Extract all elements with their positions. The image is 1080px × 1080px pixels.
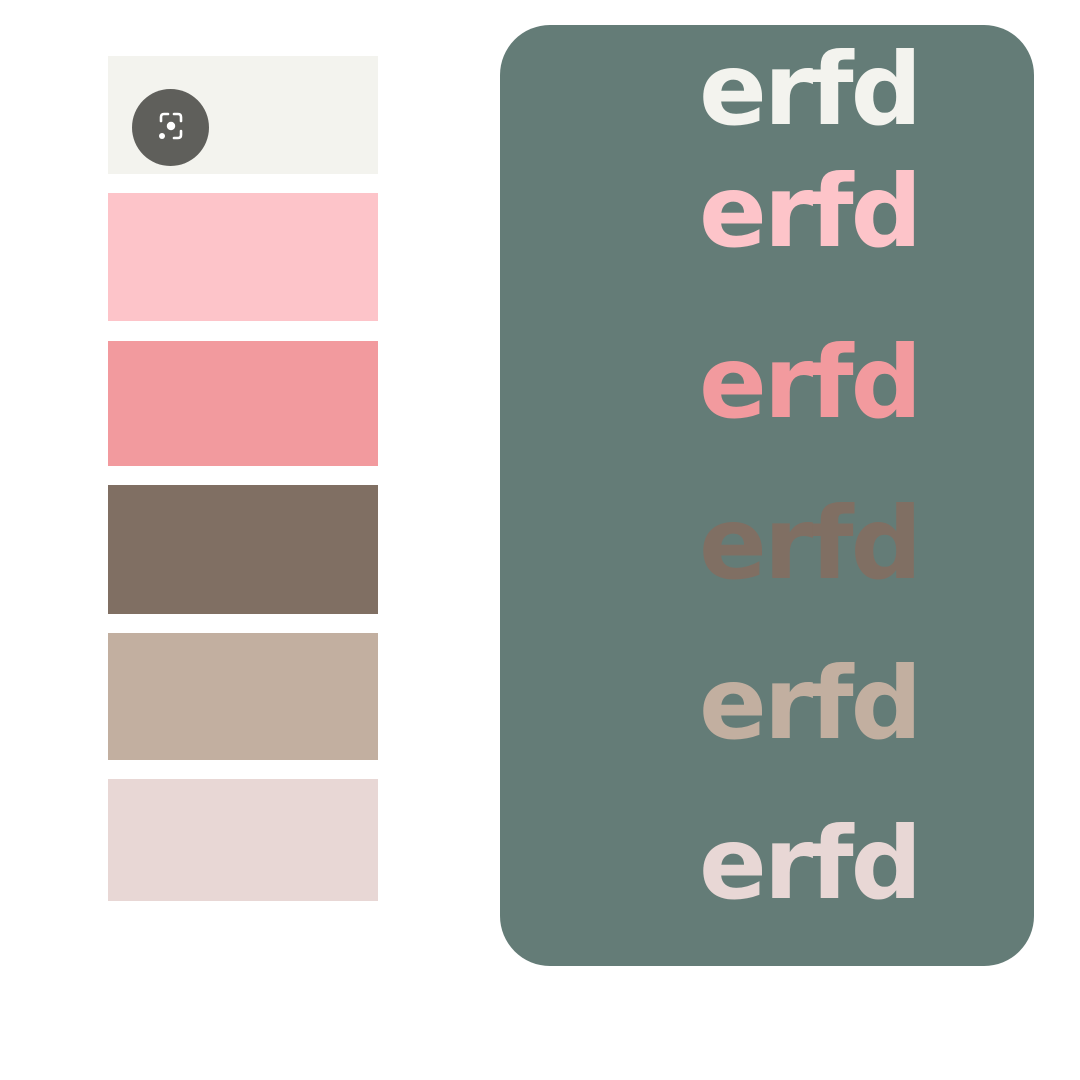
swatch-6 — [108, 779, 378, 901]
swatch-4 — [108, 485, 378, 614]
swatch-5 — [108, 633, 378, 760]
sample-text-5: erfd — [699, 645, 922, 762]
visual-search-button[interactable] — [132, 89, 209, 166]
visual-search-icon — [151, 106, 191, 150]
swatch-2 — [108, 193, 378, 321]
sample-text-1: erfd — [699, 31, 922, 148]
sample-text-3: erfd — [699, 324, 922, 441]
swatch-3 — [108, 341, 378, 466]
sample-text-6: erfd — [699, 805, 922, 922]
sample-text-4: erfd — [699, 485, 922, 602]
sample-text-2: erfd — [699, 153, 922, 270]
